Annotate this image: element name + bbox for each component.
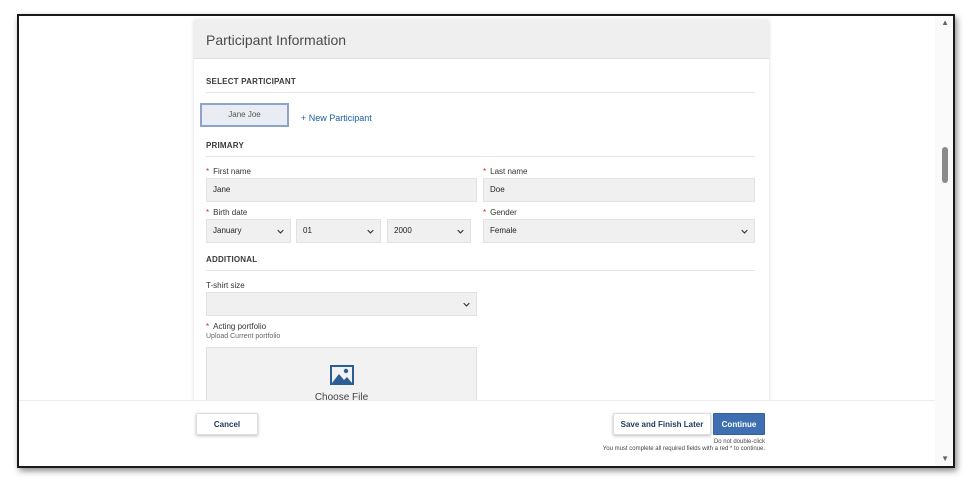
last-name-label: * Last name: [483, 167, 527, 176]
last-name-label-text: Last name: [490, 167, 528, 176]
gender-select[interactable]: Female: [483, 219, 755, 243]
browser-frame: Participant Information SELECT PARTICIPA…: [17, 14, 955, 468]
chevron-down-icon: [741, 229, 748, 234]
image-icon: [330, 365, 354, 385]
scroll-down-arrow-icon[interactable]: ▼: [941, 454, 949, 464]
participant-option-jane-joe[interactable]: Jane Joe: [200, 103, 289, 127]
gender-value: Female: [490, 226, 517, 235]
section-additional: ADDITIONAL: [206, 255, 755, 271]
required-fields-note: You must complete all required fields wi…: [602, 446, 765, 452]
chevron-down-icon: [463, 302, 470, 307]
participant-card: Participant Information SELECT PARTICIPA…: [194, 20, 769, 410]
portfolio-upload-dropzone[interactable]: Choose File: [206, 347, 477, 407]
new-participant-link[interactable]: + New Participant: [301, 113, 372, 123]
continue-button[interactable]: Continue: [713, 413, 765, 435]
required-marker: *: [483, 167, 487, 176]
birth-day-select[interactable]: 01: [296, 219, 381, 243]
chevron-down-icon: [457, 229, 464, 234]
required-marker: *: [483, 208, 487, 217]
birth-day-value: 01: [303, 226, 312, 235]
tshirt-size-label: T-shirt size: [206, 281, 245, 290]
footer-bar: Cancel Save and Finish Later Continue Do…: [19, 400, 935, 466]
section-select-participant: SELECT PARTICIPANT: [206, 77, 755, 93]
birth-date-label: * Birth date: [206, 208, 247, 217]
required-marker: *: [206, 208, 210, 217]
gender-label: * Gender: [483, 208, 517, 217]
birth-year-select[interactable]: 2000: [387, 219, 471, 243]
scroll-up-arrow-icon[interactable]: ▲: [941, 18, 949, 28]
page-title: Participant Information: [206, 32, 347, 48]
scrollbar-thumb[interactable]: [942, 147, 948, 183]
save-and-finish-later-button[interactable]: Save and Finish Later: [613, 413, 711, 435]
birth-month-value: January: [213, 226, 242, 235]
first-name-field[interactable]: Jane: [206, 178, 477, 202]
card-header: Participant Information: [194, 20, 769, 59]
required-marker: *: [206, 167, 210, 176]
birth-month-select[interactable]: January: [206, 219, 291, 243]
acting-portfolio-label: * Acting portfolio: [206, 322, 266, 331]
vertical-scrollbar[interactable]: ▲ ▼: [935, 16, 953, 466]
first-name-label: * First name: [206, 167, 251, 176]
chevron-down-icon: [277, 229, 284, 234]
birth-year-value: 2000: [394, 226, 412, 235]
last-name-field[interactable]: Doe: [483, 178, 755, 202]
first-name-label-text: First name: [213, 167, 251, 176]
acting-portfolio-label-text: Acting portfolio: [213, 322, 267, 331]
cancel-button[interactable]: Cancel: [196, 413, 258, 435]
chevron-down-icon: [367, 229, 374, 234]
section-primary: PRIMARY: [206, 141, 755, 157]
double-click-note: Do not double-click: [713, 439, 765, 445]
acting-portfolio-sublabel: Upload Current portfolio: [206, 333, 281, 340]
gender-label-text: Gender: [490, 208, 517, 217]
required-marker: *: [206, 322, 210, 331]
tshirt-size-select[interactable]: [206, 292, 477, 316]
birth-date-label-text: Birth date: [213, 208, 248, 217]
